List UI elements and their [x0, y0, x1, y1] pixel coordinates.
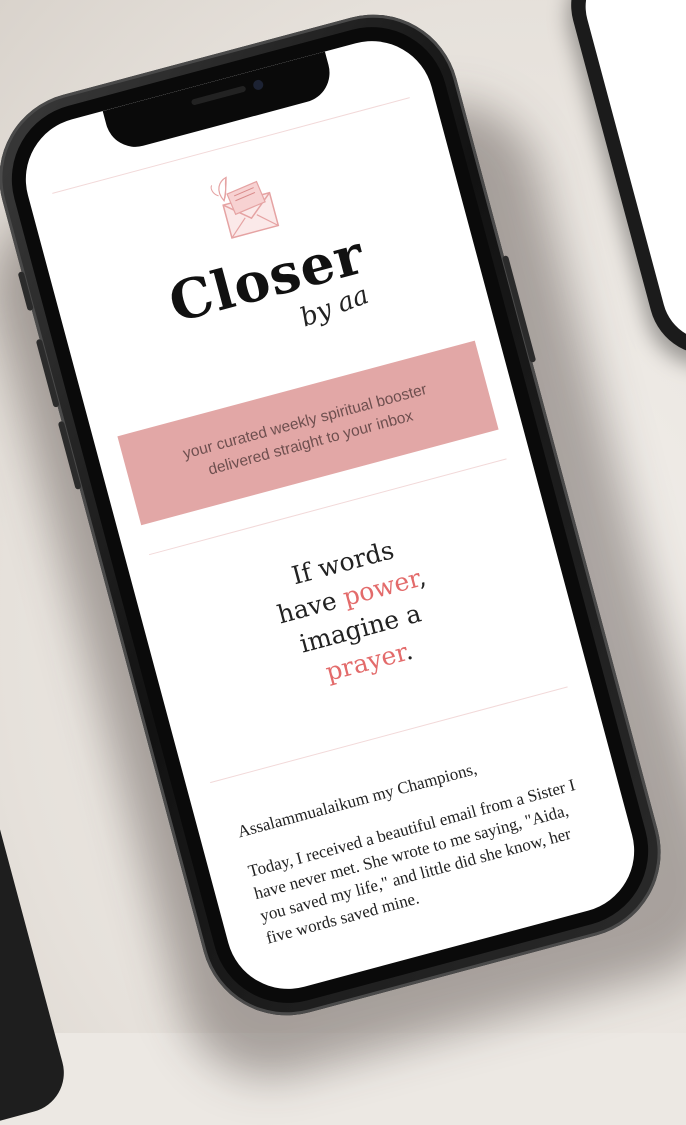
letter-paragraph: Today, I received a beautiful email from…	[246, 775, 578, 948]
letter-body: Assalammualaikum my Champions, Today, I …	[235, 731, 608, 966]
front-camera	[252, 78, 265, 92]
quote-block: If words have power, imagine a prayer.	[137, 493, 576, 733]
tagline-banner: your curated weekly spiritual booster de…	[117, 340, 499, 526]
speaker-grille	[190, 85, 247, 106]
envelope-leaf-icon	[210, 176, 280, 239]
